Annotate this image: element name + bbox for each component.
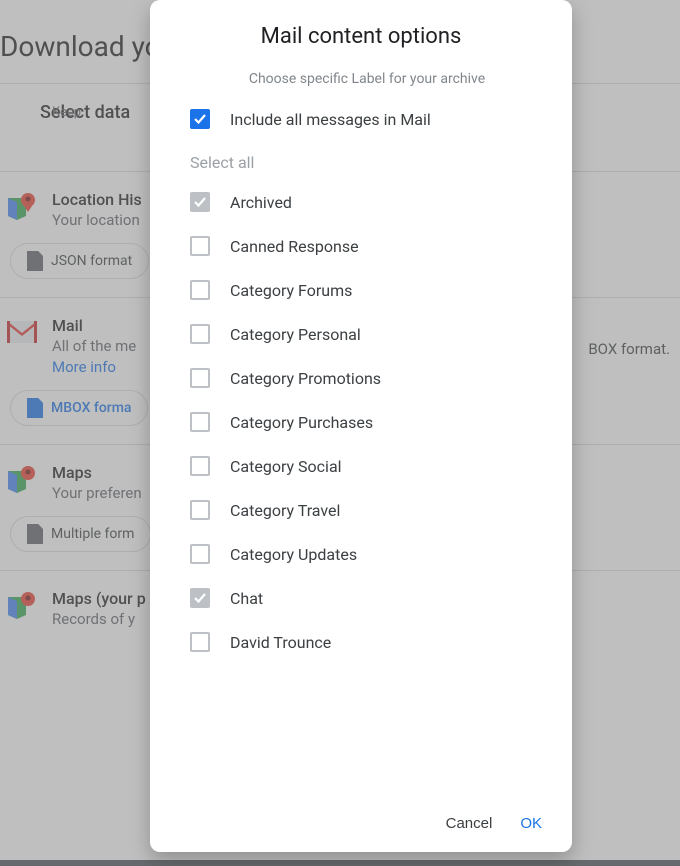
label-text: Chat: [230, 589, 263, 608]
checkbox-icon[interactable]: [190, 588, 210, 608]
include-all-label: Include all messages in Mail: [230, 110, 431, 129]
label-text: Category Forums: [230, 281, 352, 300]
label-checkbox-row[interactable]: Canned Response: [190, 236, 544, 256]
dialog-hint: Choose specific Label for your archive: [190, 71, 544, 87]
checkbox-icon[interactable]: [190, 109, 210, 129]
label-text: Category Purchases: [230, 413, 373, 432]
label-checkbox-row[interactable]: Chat: [190, 588, 544, 608]
label-checkbox-row[interactable]: Category Forums: [190, 280, 544, 300]
label-text: Canned Response: [230, 237, 359, 256]
include-all-checkbox-row[interactable]: Include all messages in Mail: [190, 109, 544, 129]
checkbox-icon[interactable]: [190, 192, 210, 212]
label-checkbox-row[interactable]: David Trounce: [190, 632, 544, 652]
label-checkbox-row[interactable]: Category Travel: [190, 500, 544, 520]
label-text: Category Updates: [230, 545, 357, 564]
checkbox-icon[interactable]: [190, 632, 210, 652]
label-text: Category Promotions: [230, 369, 381, 388]
label-text: Category Travel: [230, 501, 340, 520]
select-all-link[interactable]: Select all: [190, 153, 544, 172]
checkbox-icon[interactable]: [190, 324, 210, 344]
label-checkbox-row[interactable]: Category Promotions: [190, 368, 544, 388]
dialog-actions: Cancel OK: [150, 799, 572, 852]
label-checkbox-row[interactable]: Category Personal: [190, 324, 544, 344]
checkbox-icon[interactable]: [190, 236, 210, 256]
label-text: Category Personal: [230, 325, 361, 344]
label-text: Archived: [230, 193, 292, 212]
dialog-title: Mail content options: [150, 0, 572, 63]
checkbox-icon[interactable]: [190, 500, 210, 520]
checkbox-icon[interactable]: [190, 412, 210, 432]
checkbox-icon[interactable]: [190, 280, 210, 300]
mail-content-options-dialog: Mail content options Choose specific Lab…: [150, 0, 572, 852]
checkbox-icon[interactable]: [190, 544, 210, 564]
label-text: David Trounce: [230, 633, 331, 652]
label-text: Category Social: [230, 457, 342, 476]
ok-button[interactable]: OK: [520, 815, 542, 832]
label-checkbox-row[interactable]: Archived: [190, 192, 544, 212]
checkbox-icon[interactable]: [190, 456, 210, 476]
label-checkbox-row[interactable]: Category Updates: [190, 544, 544, 564]
label-checkbox-row[interactable]: Category Social: [190, 456, 544, 476]
label-checkbox-row[interactable]: Category Purchases: [190, 412, 544, 432]
checkbox-icon[interactable]: [190, 368, 210, 388]
cancel-button[interactable]: Cancel: [446, 815, 493, 832]
dialog-body[interactable]: Choose specific Label for your archive I…: [150, 63, 572, 799]
